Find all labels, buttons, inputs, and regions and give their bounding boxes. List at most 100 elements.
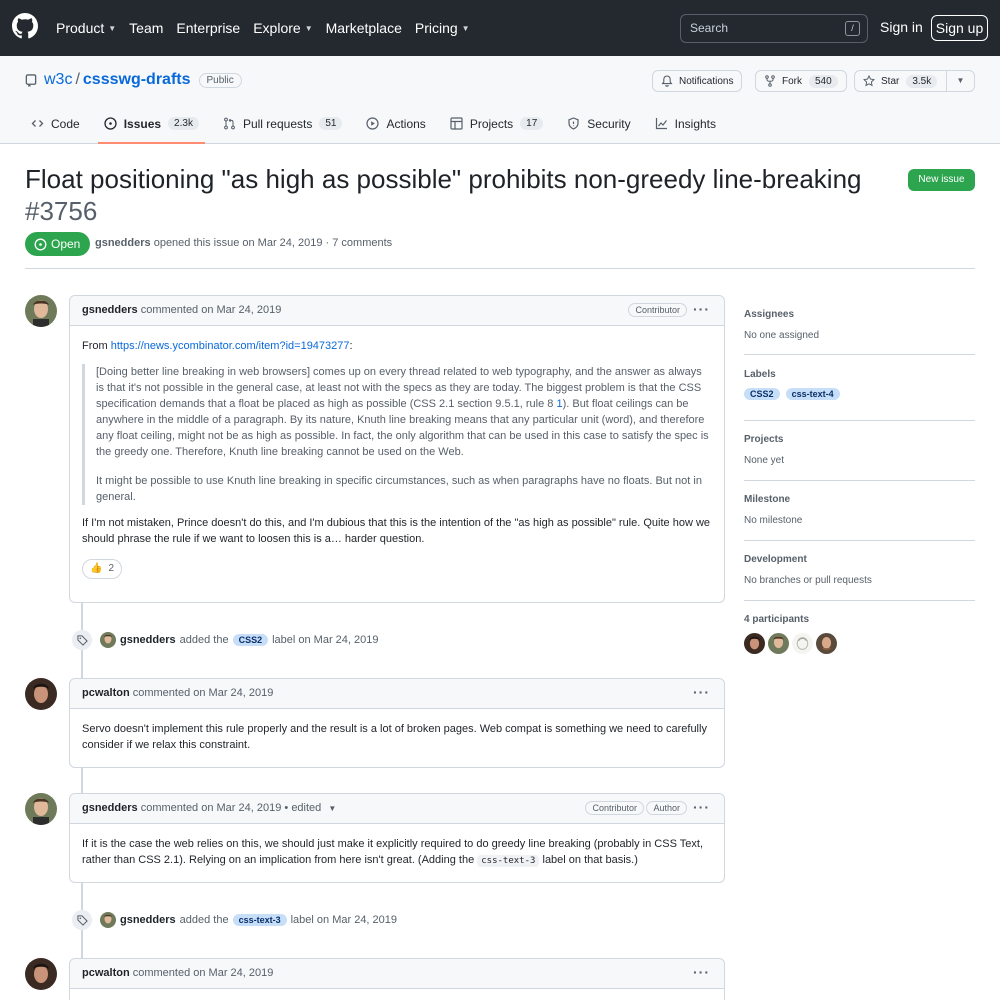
repo-title: w3c / cssswg-drafts Public: [25, 71, 242, 89]
avatar[interactable]: [744, 633, 765, 654]
avatar[interactable]: [25, 678, 57, 710]
chevron-down-icon: ▼: [461, 23, 470, 33]
tab-pull-requests[interactable]: Pull requests 51: [217, 113, 349, 144]
avatar[interactable]: [100, 912, 116, 928]
comment: pcwalton commented on Mar 24, 2019 ···: [69, 958, 725, 1000]
sidebar-development: Development No branches or pull requests: [744, 554, 975, 586]
event-author-link[interactable]: gsnedders: [120, 634, 176, 646]
comment-intro: From https://news.ycombinator.com/item?i…: [82, 338, 712, 354]
comment: pcwalton commented on Mar 24, 2019 ··· S…: [69, 678, 725, 768]
tab-actions[interactable]: Actions: [360, 113, 431, 144]
avatar[interactable]: [25, 958, 57, 990]
kebab-menu-icon[interactable]: ···: [693, 301, 710, 317]
label-css2[interactable]: CSS2: [744, 388, 780, 400]
fork-button[interactable]: Fork 540: [755, 70, 847, 92]
comment-body: If it is the case the web relies on this…: [70, 824, 724, 881]
intro-after-text: :: [349, 340, 353, 352]
comment-body: From https://news.ycombinator.com/item?i…: [70, 326, 724, 591]
star-dropdown-button[interactable]: ▼: [946, 70, 975, 92]
pull-request-icon: [224, 117, 235, 130]
tab-code[interactable]: Code: [25, 113, 86, 144]
play-icon: [366, 117, 380, 130]
nav-product[interactable]: Product ▼: [56, 20, 116, 36]
hn-link[interactable]: https://news.ycombinator.com/item?id=194…: [111, 340, 350, 352]
kebab-menu-icon[interactable]: ···: [693, 964, 710, 980]
sign-in-link[interactable]: Sign in: [880, 19, 923, 35]
assignees-value: No one assigned: [744, 330, 820, 341]
tab-issues[interactable]: Issues 2.3k: [97, 113, 206, 144]
label-css-text-3[interactable]: css-text-3: [232, 914, 287, 926]
milestone-value: No milestone: [744, 515, 803, 526]
avatar[interactable]: [816, 633, 837, 654]
header-divider: [25, 268, 975, 269]
search-placeholder: Search: [690, 21, 729, 35]
issue-title-text: Float positioning "as high as possible" …: [25, 164, 862, 194]
comment-timestamp[interactable]: commented on Mar 24, 2019: [141, 304, 282, 316]
comment-timestamp[interactable]: commented on Mar 24, 2019: [133, 687, 274, 699]
issue-meta-text: opened this issue on Mar 24, 2019 · 7 co…: [153, 237, 393, 249]
avatar[interactable]: [768, 633, 789, 654]
sidebar-participants: 4 participants: [744, 614, 975, 654]
comment-author-link[interactable]: pcwalton: [82, 687, 130, 699]
avatar[interactable]: [792, 633, 813, 654]
projects-value: None yet: [744, 455, 785, 466]
nav-marketplace[interactable]: Marketplace: [326, 20, 402, 36]
star-icon: [863, 75, 875, 87]
search-input[interactable]: Search /: [680, 14, 868, 43]
nav-enterprise[interactable]: Enterprise: [176, 20, 240, 36]
comment-timestamp[interactable]: commented on Mar 24, 2019: [141, 802, 282, 814]
comment-timestamp[interactable]: commented on Mar 24, 2019: [133, 967, 274, 979]
tab-count: 2.3k: [168, 117, 199, 130]
notifications-button[interactable]: Notifications: [652, 70, 743, 92]
comment-author-link[interactable]: gsnedders: [82, 802, 138, 814]
chevron-down-icon: ▼: [956, 76, 965, 85]
code-icon: [31, 120, 44, 127]
tab-label: Issues: [123, 117, 162, 131]
comment: gsnedders commented on Mar 24, 2019 • ed…: [69, 793, 725, 883]
kebab-menu-icon[interactable]: ···: [693, 799, 710, 815]
tab-label: Projects: [469, 117, 514, 131]
nav-explore[interactable]: Explore ▼: [253, 20, 312, 36]
chevron-down-icon: ▼: [108, 23, 117, 33]
visibility-badge: Public: [198, 72, 242, 88]
comment-text: If it is the case the web relies on this…: [82, 836, 712, 869]
comment-header: pcwalton commented on Mar 24, 2019 ···: [70, 679, 724, 709]
participants-heading: 4 participants: [744, 614, 810, 625]
edited-dropdown[interactable]: • edited: [284, 802, 321, 814]
new-issue-button[interactable]: New issue: [908, 169, 975, 191]
tab-label: Security: [587, 117, 631, 131]
label-event: gsnedders added the css-text-3 label on …: [72, 908, 397, 932]
comment-author-link[interactable]: pcwalton: [82, 967, 130, 979]
tab-insights[interactable]: Insights: [649, 113, 722, 144]
comment-author-link[interactable]: gsnedders: [82, 304, 138, 316]
labels-list: CSS2 css-text-4: [744, 388, 975, 400]
caret-down-icon[interactable]: ▼: [328, 804, 336, 813]
github-logo-icon[interactable]: [12, 13, 38, 39]
comment-body: Servo doesn't implement this rule proper…: [70, 709, 724, 765]
issue-author-link[interactable]: gsnedders: [95, 237, 151, 249]
sign-up-button[interactable]: Sign up: [931, 15, 988, 41]
repo-owner-link[interactable]: w3c: [44, 71, 72, 89]
tab-projects[interactable]: Projects 17: [444, 113, 549, 144]
avatar-pcwalton-image: [25, 678, 57, 710]
repo-name-link[interactable]: cssswg-drafts: [83, 71, 191, 89]
event-author-link[interactable]: gsnedders: [120, 914, 176, 926]
label-css-text-4[interactable]: css-text-4: [785, 388, 840, 400]
tab-label: Insights: [674, 117, 717, 131]
avatar[interactable]: [100, 632, 116, 648]
development-value: No branches or pull requests: [744, 575, 872, 586]
label-css2[interactable]: CSS2: [232, 634, 269, 646]
table-icon: [450, 117, 463, 130]
issue-state-badge: Open: [25, 232, 91, 256]
chevron-down-icon: ▼: [304, 23, 313, 33]
kebab-menu-icon[interactable]: ···: [693, 684, 710, 700]
projects-heading: Projects: [744, 434, 784, 445]
avatar[interactable]: [25, 295, 57, 327]
nav-team[interactable]: Team: [129, 20, 163, 36]
star-button[interactable]: Star 3.5k: [854, 70, 947, 92]
fork-count: 540: [809, 74, 838, 88]
thumbs-up-reaction[interactable]: 👍 2: [82, 559, 123, 579]
tab-security[interactable]: Security: [561, 113, 636, 144]
nav-pricing[interactable]: Pricing ▼: [415, 20, 470, 36]
avatar[interactable]: [25, 793, 57, 825]
